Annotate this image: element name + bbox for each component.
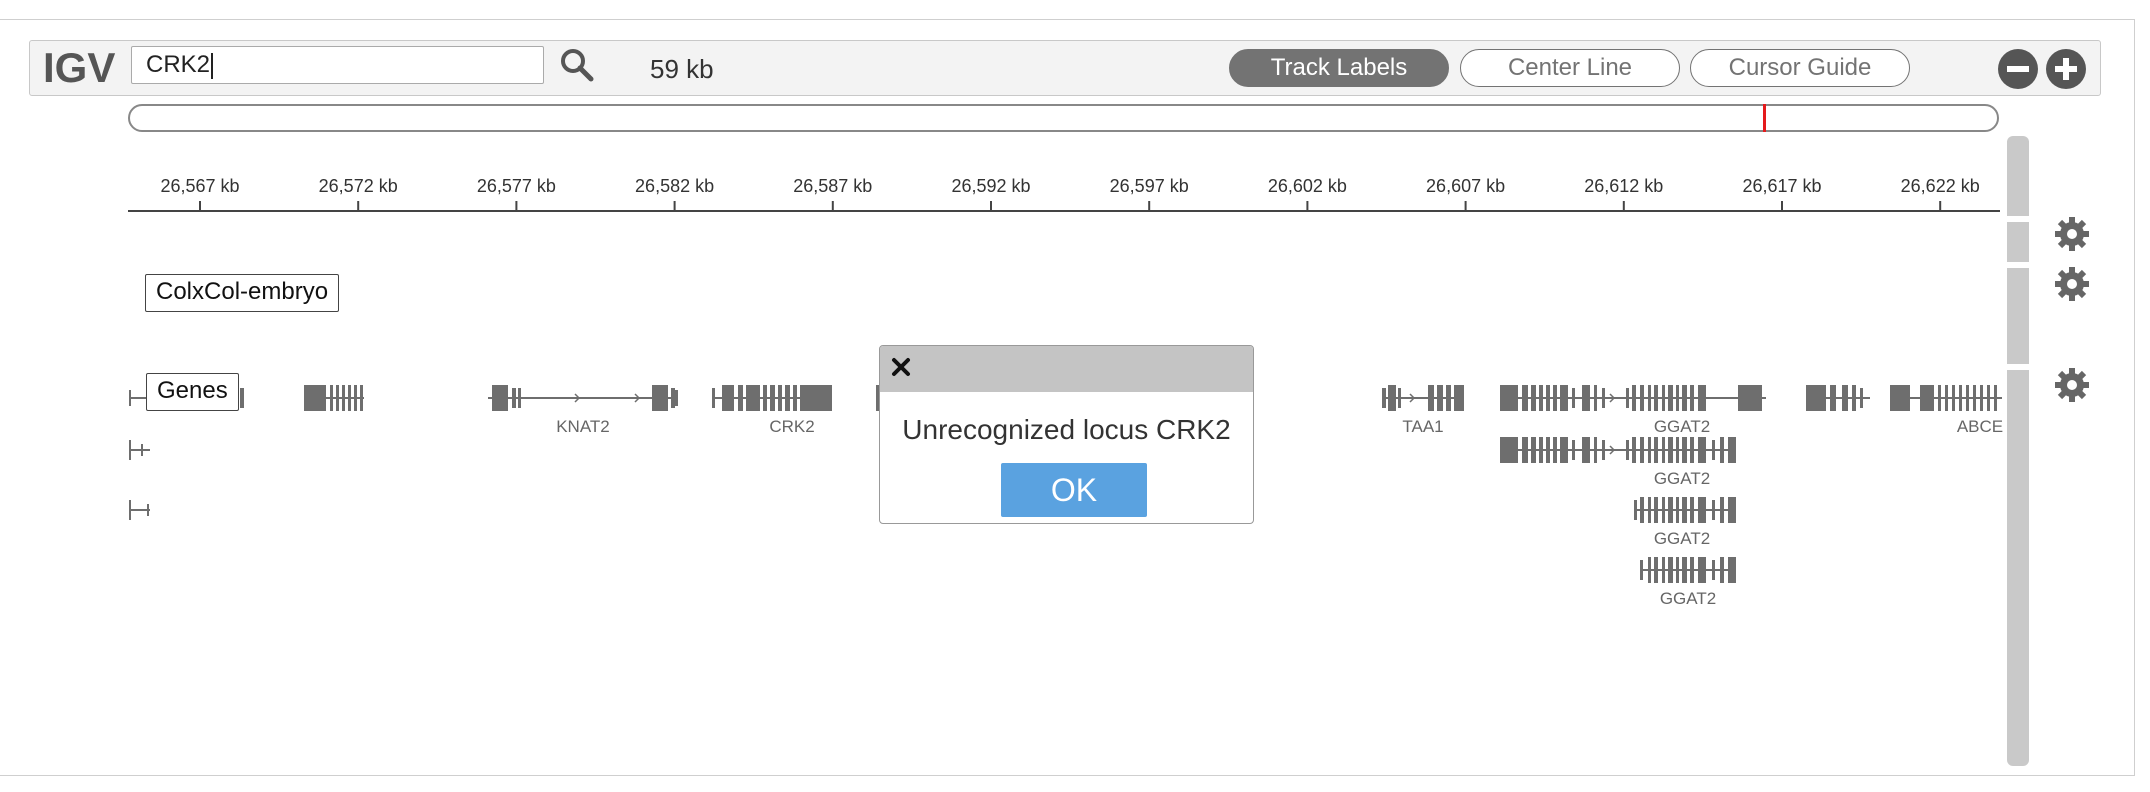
ruler-tick-label: 26,622 kb	[1901, 176, 1980, 196]
gene-label: ABCE	[1957, 417, 2003, 436]
track-scrollbar[interactable]	[2007, 136, 2029, 766]
gene-feature-ggat2	[1640, 557, 1736, 583]
gene-label: GGAT2	[1654, 469, 1710, 488]
ideogram-current-region-marker	[1763, 104, 1766, 132]
ruler-track: 26,567 kb 26,572 kb 26,577 kb 26,582 kb 26,5…	[128, 176, 2000, 212]
ruler-tick-label: 26,617 kb	[1742, 176, 1821, 196]
ruler-tick-label: 26,592 kb	[951, 176, 1030, 196]
gene-feature-crk2	[712, 385, 832, 411]
gene-label: KNAT2	[556, 417, 610, 436]
ruler-tick-label: 26,597 kb	[1110, 176, 1189, 196]
ruler-tick-label: 26,567 kb	[160, 176, 239, 196]
track-label-genes: Genes	[146, 373, 239, 411]
locus-search-input[interactable]: CRK2	[131, 46, 544, 84]
gene-feature-ggat2	[1634, 497, 1736, 523]
gene-feature-ggat2	[1500, 437, 1736, 463]
track-divider	[2007, 262, 2029, 268]
gene-feature-ggat2	[1500, 385, 1766, 411]
track-divider	[2007, 216, 2029, 222]
window-size-readout: 59 kb	[650, 54, 714, 84]
ruler-tick-label: 26,607 kb	[1426, 176, 1505, 196]
ruler-tick-label: 26,612 kb	[1584, 176, 1663, 196]
text-caret	[211, 52, 214, 79]
error-dialog: Unrecognized locus CRK2 OK	[879, 345, 1254, 524]
gene-label: GGAT2	[1654, 417, 1710, 436]
center-line-toggle[interactable]: Center Line	[1460, 49, 1680, 87]
ruler-tick-label: 26,587 kb	[793, 176, 872, 196]
cursor-guide-toggle[interactable]: Cursor Guide	[1690, 49, 1910, 87]
zoom-in-icon[interactable]	[2045, 48, 2087, 90]
gene-label: CRK2	[769, 417, 814, 436]
gene-feature	[129, 440, 150, 460]
track-divider	[2007, 364, 2029, 370]
gene-feature	[304, 385, 364, 411]
gear-icon[interactable]	[2053, 366, 2091, 404]
zoom-out-icon[interactable]	[1997, 48, 2039, 90]
gear-icon[interactable]	[2053, 215, 2091, 253]
search-icon[interactable]	[558, 46, 596, 84]
gene-label: TAA1	[1402, 417, 1443, 436]
ruler-tick-label: 26,602 kb	[1268, 176, 1347, 196]
locus-search-value: CRK2	[146, 51, 211, 78]
gene-label: GGAT2	[1660, 589, 1716, 608]
gene-label: GGAT2	[1654, 529, 1710, 548]
gene-feature	[240, 388, 244, 408]
ruler-tick-label: 26,577 kb	[477, 176, 556, 196]
close-icon[interactable]	[890, 356, 912, 378]
gene-feature-abce	[1890, 385, 2002, 411]
track-labels-toggle[interactable]: Track Labels	[1229, 49, 1449, 87]
igv-logo: IGV	[43, 44, 116, 91]
ruler-tick-label: 26,572 kb	[319, 176, 398, 196]
track-label-colxcol-embryo: ColxCol-embryo	[145, 274, 340, 312]
gene-feature-taa1	[1382, 385, 1464, 411]
gene-feature-knat2	[488, 385, 678, 411]
ok-button[interactable]: OK	[1001, 463, 1147, 517]
gear-icon[interactable]	[2053, 265, 2091, 303]
ruler-tick-label: 26,582 kb	[635, 176, 714, 196]
dialog-message: Unrecognized locus CRK2	[902, 414, 1231, 445]
dialog-header	[880, 346, 1253, 392]
gene-feature	[129, 500, 150, 520]
chromosome-ideogram[interactable]	[128, 104, 1999, 132]
gene-feature	[1806, 385, 1870, 411]
